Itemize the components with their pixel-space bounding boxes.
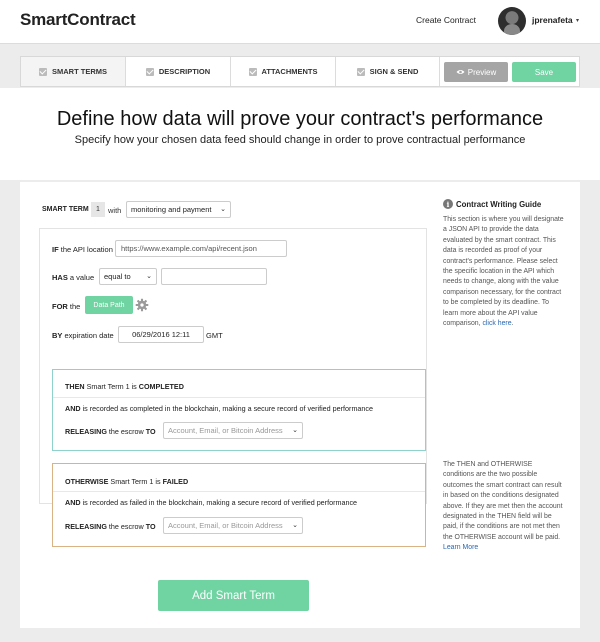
api-location-input[interactable]: https://www.example.com/api/recent.json — [115, 240, 287, 257]
has-label: HAS a value — [52, 273, 94, 282]
otherwise-releasing-line: RELEASING the escrow TO — [65, 522, 156, 531]
comparison-select[interactable]: equal to ⌄ — [99, 268, 157, 285]
tab-description[interactable]: DESCRIPTION — [126, 57, 231, 86]
preview-button[interactable]: Preview — [444, 62, 508, 82]
smart-term-number: 1 — [91, 202, 105, 217]
releasing-text: the escrow — [106, 522, 146, 531]
timezone-label: GMT — [206, 331, 223, 340]
guide-title: Contract Writing Guide — [456, 200, 542, 209]
then-heading: THEN Smart Term 1 is COMPLETED — [65, 382, 184, 391]
check-icon — [39, 67, 47, 76]
chevron-down-icon: ⌄ — [292, 427, 298, 434]
info-icon: i — [443, 199, 453, 209]
term-type-value: monitoring and payment — [131, 205, 212, 214]
create-contract-link[interactable]: Create Contract — [416, 15, 476, 25]
releasing-keyword: RELEASING — [65, 427, 107, 436]
then-text: Smart Term 1 is — [84, 382, 139, 391]
compare-value-input[interactable] — [161, 268, 267, 285]
page-hero: Define how data will prove your contract… — [0, 88, 600, 180]
save-button[interactable]: Save — [512, 62, 576, 82]
otherwise-state: FAILED — [162, 477, 189, 486]
tab-label: SMART TERMS — [52, 67, 107, 76]
guide-outcomes-body: The THEN and OTHERWISE conditions are th… — [443, 461, 563, 541]
releasing-text: the escrow — [106, 427, 146, 436]
guide-text: This section is where you will designate… — [443, 215, 565, 329]
divider — [53, 397, 425, 398]
tab-label: SIGN & SEND — [369, 67, 419, 76]
chevron-down-icon: ⌄ — [220, 206, 226, 213]
term-type-select[interactable]: monitoring and payment ⌄ — [126, 201, 231, 218]
otherwise-keyword: OTHERWISE — [65, 477, 109, 486]
to-keyword: TO — [145, 427, 156, 436]
by-keyword: BY — [52, 331, 63, 340]
expiration-date-input[interactable]: 06/29/2016 12:11 — [118, 326, 204, 343]
otherwise-and-text: is recorded as failed in the blockchain,… — [80, 498, 358, 507]
then-and-line: AND is recorded as completed in the bloc… — [65, 404, 373, 413]
otherwise-recipient-select[interactable]: Account, Email, or Bitcoin Address ⌄ — [163, 517, 303, 534]
gear-icon[interactable] — [135, 298, 149, 312]
otherwise-heading: OTHERWISE Smart Term 1 is FAILED — [65, 477, 188, 486]
guide-period: . — [511, 320, 514, 328]
data-path-button[interactable]: Data Path — [85, 296, 133, 314]
learn-more-link[interactable]: Learn More — [443, 544, 478, 551]
username[interactable]: jprenafeta — [532, 15, 573, 25]
if-text: the API location — [58, 245, 113, 254]
comparison-value: equal to — [104, 272, 131, 281]
step-tabs: SMART TERMS DESCRIPTION ATTACHMENTS SIGN… — [20, 56, 580, 87]
preview-label: Preview — [467, 67, 497, 77]
if-keyword: IF — [52, 245, 59, 254]
otherwise-and-line: AND is recorded as failed in the blockch… — [65, 498, 357, 507]
then-and-text: is recorded as completed in the blockcha… — [80, 404, 374, 413]
chevron-down-icon[interactable]: ▾ — [576, 17, 579, 24]
check-icon — [356, 67, 365, 76]
then-outcome-box: THEN Smart Term 1 is COMPLETED AND is re… — [52, 369, 426, 451]
if-label: IF the API location — [52, 245, 113, 254]
then-recipient-select[interactable]: Account, Email, or Bitcoin Address ⌄ — [163, 422, 303, 439]
then-recipient-placeholder: Account, Email, or Bitcoin Address — [168, 426, 283, 435]
has-text: a value — [67, 273, 95, 282]
divider — [53, 491, 425, 492]
and-keyword: AND — [65, 498, 81, 507]
otherwise-outcome-box: OTHERWISE Smart Term 1 is FAILED AND is … — [52, 463, 426, 547]
to-keyword: TO — [145, 522, 156, 531]
tab-label: ATTACHMENTS — [261, 67, 318, 76]
with-label: with — [108, 206, 122, 215]
page-title: Define how data will prove your contract… — [56, 108, 544, 130]
chevron-down-icon: ⌄ — [292, 522, 298, 529]
add-smart-term-button[interactable]: Add Smart Term — [158, 580, 309, 611]
tab-smart-terms[interactable]: SMART TERMS — [21, 57, 126, 86]
by-label: BY expiration date — [52, 331, 114, 340]
tab-label: DESCRIPTION — [158, 67, 211, 76]
guide-outcomes-text: The THEN and OTHERWISE conditions are th… — [443, 460, 565, 554]
guide-body: This section is where you will designate… — [443, 216, 564, 328]
top-navbar: SmartContract Create Contract jprenafeta… — [0, 0, 600, 44]
page-subtitle: Specify how your chosen data feed should… — [74, 134, 526, 146]
eye-icon — [456, 70, 465, 74]
tab-sign-send[interactable]: SIGN & SEND — [336, 57, 440, 86]
smart-term-panel: SMART TERM 1 with monitoring and payment… — [20, 182, 580, 628]
chevron-down-icon: ⌄ — [146, 273, 152, 280]
click-here-link[interactable]: click here — [482, 320, 511, 327]
then-keyword: THEN — [65, 382, 85, 391]
for-label: FOR the — [52, 302, 80, 311]
has-keyword: HAS — [52, 273, 68, 282]
smart-term-label: SMART TERM — [42, 206, 89, 213]
for-keyword: FOR — [52, 302, 68, 311]
otherwise-text: Smart Term 1 is — [108, 477, 163, 486]
otherwise-recipient-placeholder: Account, Email, or Bitcoin Address — [168, 521, 283, 530]
for-text: the — [67, 302, 81, 311]
avatar[interactable] — [498, 7, 526, 35]
check-icon — [248, 67, 257, 76]
check-icon — [145, 67, 154, 76]
app-logo[interactable]: SmartContract — [20, 10, 136, 30]
releasing-keyword: RELEASING — [65, 522, 107, 531]
by-text: expiration date — [62, 331, 114, 340]
tab-attachments[interactable]: ATTACHMENTS — [231, 57, 336, 86]
then-releasing-line: RELEASING the escrow TO — [65, 427, 156, 436]
and-keyword: AND — [65, 404, 81, 413]
then-state: COMPLETED — [138, 382, 184, 391]
